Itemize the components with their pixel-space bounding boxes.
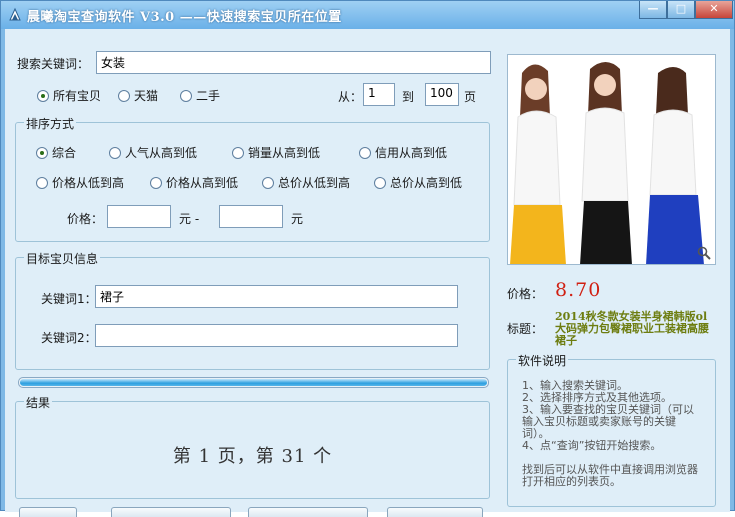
help-group: 软件说明 1、输入搜索关键词。 2、选择排序方式及其他选项。 3、输入要查找的宝… bbox=[507, 352, 716, 507]
radio-dot bbox=[118, 89, 130, 102]
progress-fill bbox=[20, 379, 487, 386]
keyword2-label: 关键词2： bbox=[41, 331, 97, 345]
search-progress-bar bbox=[18, 377, 489, 388]
app-logo-icon bbox=[9, 7, 21, 21]
title-bar[interactable]: 晨曦淘宝查询软件 V3.0 ——快速搜索宝贝所在位置 — □ ✕ bbox=[1, 1, 734, 29]
price-label: 价格： bbox=[507, 287, 544, 301]
radio-dot bbox=[374, 176, 386, 189]
window-title: 晨曦淘宝查询软件 V3.0 ——快速搜索宝贝所在位置 bbox=[27, 10, 342, 25]
keyword2-input[interactable] bbox=[95, 324, 458, 347]
sort-option-credit-desc[interactable]: 信用从高到低 bbox=[359, 144, 447, 161]
price-unit2-label: 元 bbox=[291, 212, 304, 226]
search-keyword-input[interactable]: 女装 bbox=[96, 51, 491, 74]
product-photo-illustration bbox=[508, 55, 715, 264]
radio-dot bbox=[359, 146, 371, 159]
app-window: 晨曦淘宝查询软件 V3.0 ——快速搜索宝贝所在位置 — □ ✕ 搜索关键词： … bbox=[0, 0, 735, 517]
radio-dot bbox=[150, 176, 162, 189]
page-to-input[interactable]: 100 bbox=[425, 83, 459, 106]
result-group-title: 结果 bbox=[24, 394, 53, 411]
sort-option-price-asc[interactable]: 价格从低到高 bbox=[36, 174, 124, 191]
sort-group-title: 排序方式 bbox=[24, 115, 77, 132]
page-from-input[interactable]: 1 bbox=[363, 83, 395, 106]
target-group: 目标宝贝信息 关键词1： 裙子 关键词2： bbox=[15, 250, 490, 370]
radio-all-items[interactable]: 所有宝贝 bbox=[37, 87, 101, 104]
bottom-button-3[interactable] bbox=[248, 507, 368, 517]
radio-dot bbox=[180, 89, 192, 102]
radio-dot bbox=[262, 176, 274, 189]
sort-option-popularity-desc[interactable]: 人气从高到低 bbox=[109, 144, 197, 161]
sort-option-sales-desc[interactable]: 销量从高到低 bbox=[232, 144, 320, 161]
radio-dot bbox=[37, 89, 49, 102]
radio-dot bbox=[109, 146, 121, 159]
search-label: 搜索关键词： bbox=[17, 57, 90, 71]
price-range-label: 价格： bbox=[67, 212, 104, 226]
radio-dot bbox=[232, 146, 244, 159]
price-unit-label: 元 - bbox=[179, 212, 200, 226]
radio-dot bbox=[36, 176, 48, 189]
price-max-input[interactable] bbox=[219, 205, 283, 228]
title-label: 标题： bbox=[507, 322, 544, 336]
target-group-title: 目标宝贝信息 bbox=[24, 250, 101, 267]
sort-option-total-desc[interactable]: 总价从高到低 bbox=[374, 174, 462, 191]
help-line: 3、输入要查找的宝贝关键词（可以输入宝贝标题或卖家账号的关键词）。 bbox=[522, 403, 694, 440]
help-group-title: 软件说明 bbox=[516, 352, 569, 369]
help-line: 找到后可以从软件中直接调用浏览器打开相应的列表页。 bbox=[522, 463, 698, 488]
sort-group: 排序方式 综合 人气从高到低 销量从高到低 信用从高到低 价格从低到高 价格从高… bbox=[15, 115, 490, 242]
minimize-button[interactable]: — bbox=[639, 1, 667, 19]
radio-second-hand[interactable]: 二手 bbox=[180, 87, 220, 104]
page-from-label: 从： bbox=[338, 90, 363, 104]
result-group: 结果 第 1 页，第 31 个 bbox=[15, 394, 490, 499]
bottom-button-2[interactable] bbox=[111, 507, 231, 517]
help-text: 1、输入搜索关键词。 2、选择排序方式及其他选项。 3、输入要查找的宝贝关键词（… bbox=[522, 380, 698, 488]
price-min-input[interactable] bbox=[107, 205, 171, 228]
help-line: 4、点“查询”按钮开始搜索。 bbox=[522, 439, 662, 452]
product-title[interactable]: 2014秋冬款女装半身裙韩版ol大码弹力包臀裙职业工装裙高腰裙子 bbox=[555, 311, 717, 347]
main-panel: 搜索关键词： 女装 所有宝贝 天猫 二手 从： 1 到 100 页 排序方式 综… bbox=[5, 29, 730, 517]
maximize-button[interactable]: □ bbox=[667, 1, 695, 19]
sort-option-total-asc[interactable]: 总价从低到高 bbox=[262, 174, 350, 191]
bottom-button-4[interactable] bbox=[387, 507, 483, 517]
close-button[interactable]: ✕ bbox=[695, 1, 733, 19]
product-image[interactable] bbox=[507, 54, 716, 265]
page-unit-label: 页 bbox=[464, 90, 477, 104]
page-to-label: 到 bbox=[402, 90, 415, 104]
keyword1-label: 关键词1： bbox=[41, 292, 97, 306]
radio-tmall[interactable]: 天猫 bbox=[118, 87, 158, 104]
product-price: 8.70 bbox=[555, 279, 602, 301]
result-text: 第 1 页，第 31 个 bbox=[172, 446, 333, 467]
sort-option-composite[interactable]: 综合 bbox=[36, 144, 76, 161]
magnifier-icon[interactable] bbox=[697, 246, 711, 260]
sort-option-price-desc[interactable]: 价格从高到低 bbox=[150, 174, 238, 191]
bottom-button-1[interactable] bbox=[19, 507, 77, 517]
radio-dot bbox=[36, 146, 48, 159]
keyword1-input[interactable]: 裙子 bbox=[95, 285, 458, 308]
